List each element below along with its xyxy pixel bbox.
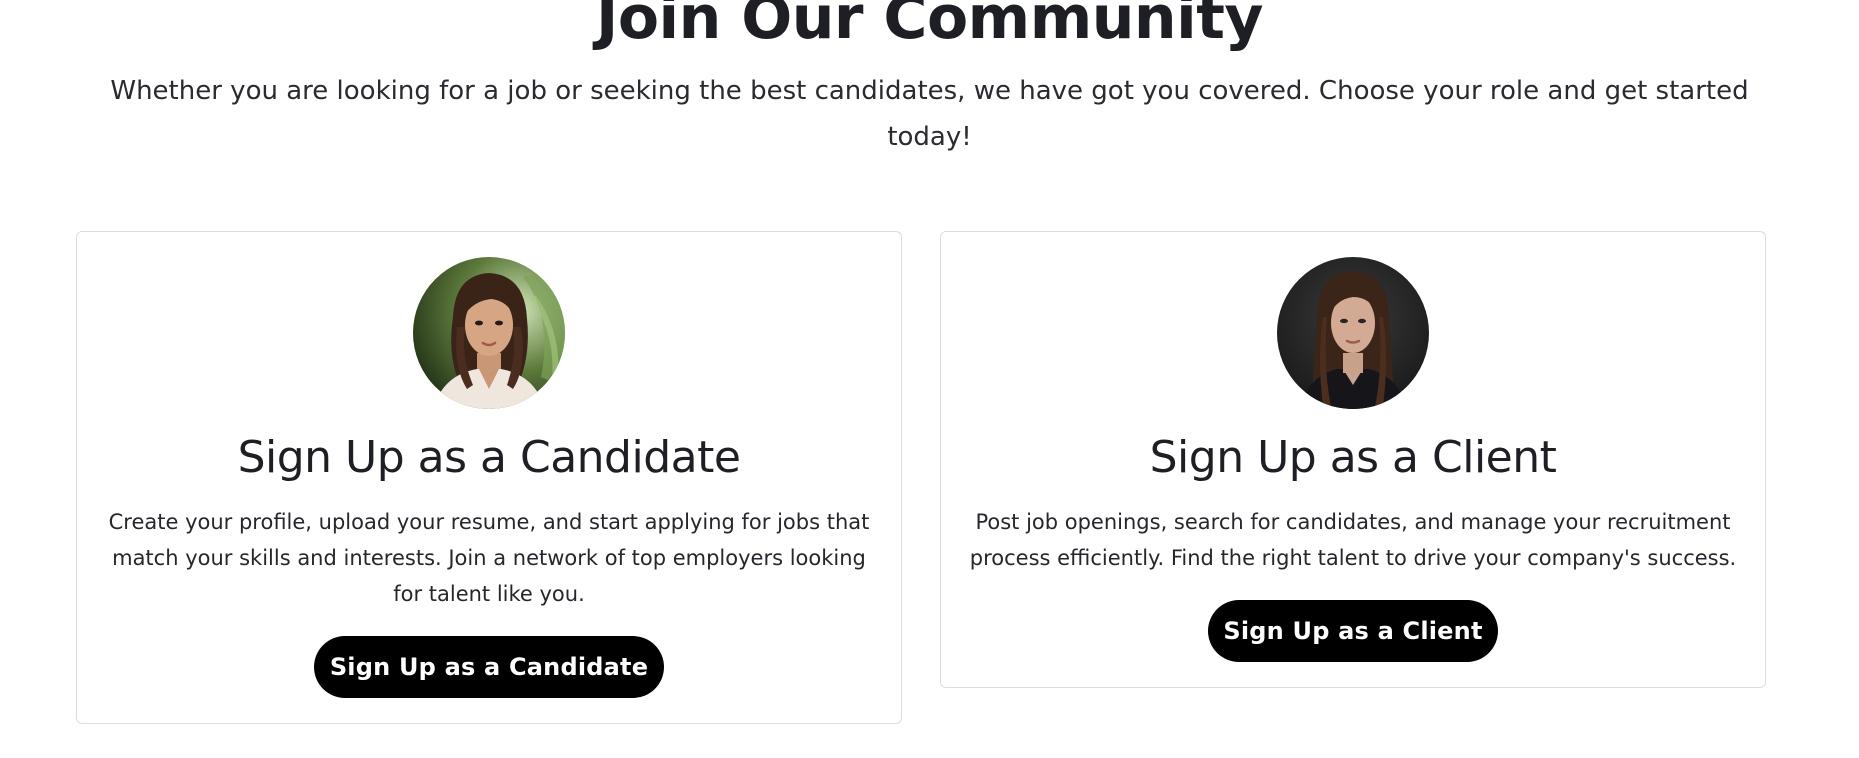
candidate-signup-card: Sign Up as a Candidate Create your profi…: [76, 231, 902, 724]
signup-candidate-button[interactable]: Sign Up as a Candidate: [314, 636, 664, 698]
join-community-section: Join Our Community Whether you are looki…: [0, 0, 1859, 758]
client-avatar: [1277, 257, 1429, 409]
client-card-title: Sign Up as a Client: [1149, 432, 1557, 483]
client-signup-card: Sign Up as a Client Post job openings, s…: [940, 231, 1766, 688]
page-title: Join Our Community: [596, 0, 1264, 53]
candidate-avatar: [413, 257, 565, 409]
candidate-card-description: Create your profile, upload your resume,…: [108, 510, 870, 606]
candidate-card-title: Sign Up as a Candidate: [237, 432, 741, 483]
signup-client-button[interactable]: Sign Up as a Client: [1208, 600, 1498, 662]
section-subtitle: Whether you are looking for a job or see…: [110, 76, 1749, 152]
client-card-description: Post job openings, search for candidates…: [969, 510, 1737, 570]
